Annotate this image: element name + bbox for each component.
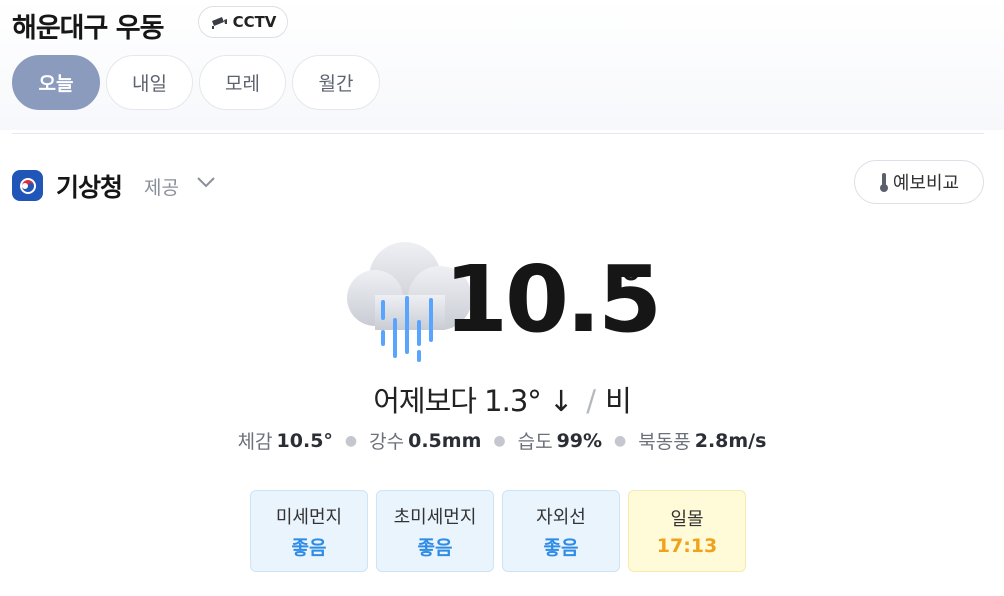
- cctv-label: CCTV: [232, 13, 277, 31]
- forecast-compare-button[interactable]: 예보비교: [854, 160, 984, 204]
- stat-precip-value: 0.5mm: [408, 429, 482, 452]
- tab-monthly[interactable]: 월간: [292, 55, 380, 110]
- stat-precip-label: 강수: [369, 431, 405, 453]
- provider-name[interactable]: 기상청: [56, 168, 123, 204]
- card-ultrafine-dust[interactable]: 초미세먼지 좋음: [376, 490, 494, 572]
- card-label: 미세먼지: [275, 506, 343, 528]
- stat-feels-value: 10.5°: [276, 429, 333, 452]
- stat-humidity-label: 습도: [517, 431, 553, 453]
- card-fine-dust[interactable]: 미세먼지 좋음: [250, 490, 368, 572]
- separator-slash: /: [586, 384, 596, 418]
- card-value: 좋음: [417, 536, 453, 559]
- tab-today[interactable]: 오늘: [12, 55, 100, 110]
- card-value: 좋음: [291, 536, 327, 559]
- card-label: 자외선: [536, 506, 586, 528]
- forecast-compare-label: 예보비교: [892, 173, 960, 194]
- thermometer-icon: [879, 173, 888, 192]
- stat-separator: ●: [614, 432, 627, 449]
- provider-suffix: 제공: [144, 177, 179, 199]
- stat-separator: ●: [344, 432, 358, 449]
- weather-stats: 체감 10.5° ● 강수 0.5mm ● 습도 99% ● 북동풍 2.8m/s: [0, 427, 1004, 454]
- stat-separator: ●: [493, 432, 506, 449]
- card-value: 17:13: [656, 535, 718, 557]
- card-sunset[interactable]: 일몰 17:13: [628, 490, 746, 572]
- weather-condition: 비: [605, 384, 632, 418]
- stat-wind-value: 2.8m/s: [694, 429, 767, 452]
- cctv-camera-icon: [211, 17, 227, 29]
- chevron-down-icon[interactable]: [196, 175, 216, 189]
- tab-tomorrow[interactable]: 내일: [106, 55, 193, 110]
- card-label: 일몰: [670, 509, 704, 530]
- comparison-text: 어제보다 1.3° ↓: [373, 384, 573, 418]
- divider: [12, 133, 984, 134]
- tab-day-after[interactable]: 모레: [199, 55, 286, 110]
- stat-feels-label: 체감: [237, 431, 273, 453]
- day-tabs: 오늘 내일 모레 월간: [12, 55, 380, 110]
- stat-humidity-value: 99%: [556, 429, 603, 452]
- yesterday-comparison: 어제보다 1.3° ↓ / 비: [0, 378, 1004, 420]
- card-label: 초미세먼지: [393, 506, 477, 528]
- cctv-button[interactable]: CCTV: [198, 6, 288, 38]
- kma-logo-icon: [12, 170, 43, 201]
- card-uv[interactable]: 자외선 좋음: [502, 490, 620, 572]
- degree-symbol: °: [618, 256, 644, 316]
- stat-wind-label: 북동풍: [638, 431, 691, 453]
- card-value: 좋음: [543, 536, 579, 559]
- info-cards: 미세먼지 좋음 초미세먼지 좋음 자외선 좋음 일몰 17:13: [250, 490, 746, 572]
- location-title[interactable]: 해운대구 우동: [12, 6, 164, 45]
